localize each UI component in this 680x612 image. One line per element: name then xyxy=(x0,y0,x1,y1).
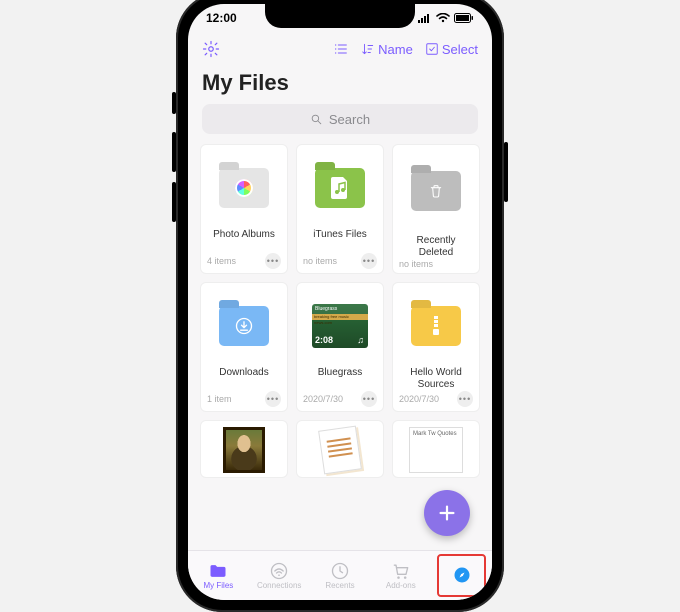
search-icon xyxy=(310,113,323,126)
sort-button[interactable]: Name xyxy=(361,42,413,57)
plus-icon xyxy=(436,502,458,524)
search-input[interactable]: Search xyxy=(202,104,478,134)
folder-icon xyxy=(219,306,269,346)
tab-label: Recents xyxy=(325,582,354,590)
file-meta: 2020/7/30 xyxy=(399,394,439,404)
tab-recents[interactable]: Recents xyxy=(310,551,371,600)
list-icon xyxy=(333,41,349,57)
tab-addons[interactable]: Add-ons xyxy=(370,551,431,600)
photos-pinwheel-icon xyxy=(235,179,253,197)
file-name: Photo Albums xyxy=(207,229,281,251)
phone-frame: 12:00 Name Sele xyxy=(176,0,504,612)
itunes-file-icon xyxy=(331,177,349,199)
phone-side-button xyxy=(172,92,176,114)
trash-icon xyxy=(428,182,444,200)
file-tile-recently-deleted[interactable]: Recently Deleted no items xyxy=(392,144,480,274)
clock-icon xyxy=(330,561,350,581)
signal-icon xyxy=(418,13,432,23)
notch xyxy=(265,4,415,28)
file-tile-partial[interactable] xyxy=(200,420,288,478)
video-thumbnail: Bluegrass breaking free music news.com 2… xyxy=(312,304,368,348)
folder-icon xyxy=(208,561,228,581)
file-name: Bluegrass xyxy=(303,367,377,389)
folder-icon xyxy=(315,168,365,208)
file-tile-bluegrass[interactable]: Bluegrass breaking free music news.com 2… xyxy=(296,282,384,412)
phone-side-button xyxy=(504,142,508,202)
phone-side-button xyxy=(172,182,176,222)
more-button[interactable]: ••• xyxy=(457,391,473,407)
wifi-circle-icon xyxy=(269,561,289,581)
more-button[interactable]: ••• xyxy=(265,253,281,269)
sort-label: Name xyxy=(378,42,413,57)
compass-icon xyxy=(452,565,472,585)
file-name: Downloads xyxy=(207,367,281,389)
more-button[interactable]: ••• xyxy=(361,391,377,407)
select-label: Select xyxy=(442,42,478,57)
tab-label: Add-ons xyxy=(386,582,416,590)
status-right xyxy=(418,13,474,23)
file-name: Hello World Sources xyxy=(399,367,473,389)
battery-icon xyxy=(454,13,474,23)
search-placeholder: Search xyxy=(329,112,370,127)
file-meta: no items xyxy=(399,259,433,269)
select-button[interactable]: Select xyxy=(425,42,478,57)
top-nav: Name Select xyxy=(188,32,492,66)
sort-icon xyxy=(361,42,375,56)
tab-my-files[interactable]: My Files xyxy=(188,551,249,600)
more-button[interactable]: ••• xyxy=(265,391,281,407)
folder-icon xyxy=(411,171,461,211)
folder-icon xyxy=(411,306,461,346)
cart-icon xyxy=(391,561,411,581)
download-icon xyxy=(234,316,254,336)
settings-button[interactable] xyxy=(202,40,220,58)
file-meta: 2020/7/30 xyxy=(303,394,343,404)
status-time: 12:00 xyxy=(206,11,237,25)
add-button[interactable] xyxy=(424,490,470,536)
file-tile-partial[interactable]: Mark Tw Quotes xyxy=(392,420,480,478)
video-duration: 2:08 xyxy=(315,335,333,345)
tab-connections[interactable]: Connections xyxy=(249,551,310,600)
image-thumbnail xyxy=(223,427,265,473)
more-button[interactable]: ••• xyxy=(361,253,377,269)
file-tile-itunes[interactable]: iTunes Files no items ••• xyxy=(296,144,384,274)
check-square-icon xyxy=(425,42,439,56)
file-tile-hello-world[interactable]: Hello World Sources 2020/7/30 ••• xyxy=(392,282,480,412)
view-list-button[interactable] xyxy=(333,41,349,57)
phone-side-button xyxy=(172,132,176,172)
gear-icon xyxy=(202,40,220,58)
text-thumbnail: Mark Tw Quotes xyxy=(409,427,463,473)
file-meta: 1 item xyxy=(207,394,232,404)
folder-icon xyxy=(219,168,269,208)
music-note-icon: ♫ xyxy=(357,335,364,345)
wifi-icon xyxy=(436,13,450,23)
file-tile-downloads[interactable]: Downloads 1 item ••• xyxy=(200,282,288,412)
tab-label: Connections xyxy=(257,582,301,590)
file-tile-partial[interactable] xyxy=(296,420,384,478)
page-title: My Files xyxy=(188,66,492,104)
document-thumbnail xyxy=(318,426,362,475)
file-tile-photo-albums[interactable]: Photo Albums 4 items ••• xyxy=(200,144,288,274)
tab-bar: My Files Connections Recents Add-ons xyxy=(188,550,492,600)
file-meta: no items xyxy=(303,256,337,266)
file-name: iTunes Files xyxy=(303,229,377,251)
tab-label: My Files xyxy=(204,582,234,590)
file-meta: 4 items xyxy=(207,256,236,266)
zip-icon xyxy=(431,316,441,336)
file-name: Recently Deleted xyxy=(399,235,473,257)
screen: 12:00 Name Sele xyxy=(188,4,492,600)
tab-browser[interactable] xyxy=(431,551,492,600)
